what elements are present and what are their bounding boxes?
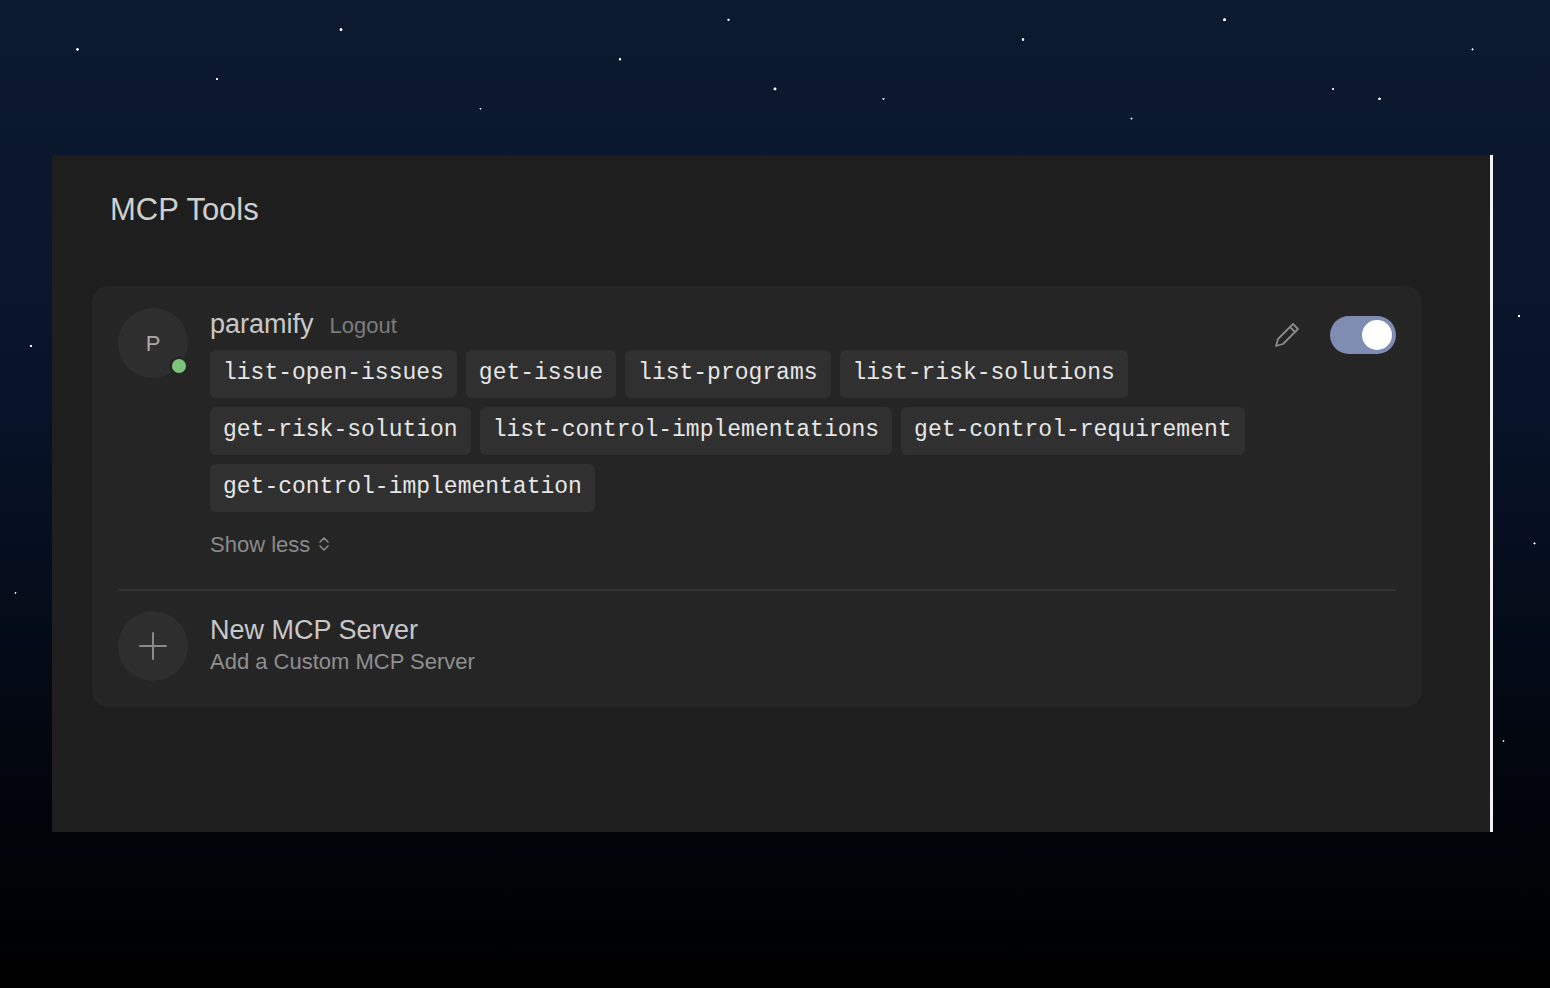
- tool-chip: list-risk-solutions: [840, 350, 1128, 398]
- new-server-row[interactable]: New MCP ServerAdd a Custom MCP Server: [118, 611, 1396, 681]
- tool-chip: get-issue: [466, 350, 616, 398]
- new-server-title: New MCP Server: [210, 614, 475, 648]
- logout-button[interactable]: Logout: [330, 309, 397, 342]
- tool-chip: list-open-issues: [210, 350, 457, 398]
- add-server-button[interactable]: [118, 611, 188, 681]
- edit-button[interactable]: [1270, 318, 1304, 352]
- server-controls: [1270, 308, 1396, 354]
- tool-list: list-open-issuesget-issuelist-programsli…: [210, 350, 1248, 512]
- mcp-tools-panel: MCP Tools Pparamify Logout list-open-issues…: [52, 155, 1493, 832]
- show-less-label: Show less: [210, 528, 310, 561]
- server-row: Pparamify Logout list-open-issuesget-issue…: [118, 308, 1396, 561]
- tool-chip: get-risk-solution: [210, 407, 471, 455]
- tool-chip: list-control-implementations: [480, 407, 892, 455]
- server-avatar: P: [118, 308, 188, 378]
- server-initial: P: [146, 327, 161, 360]
- toggle-knob: [1362, 320, 1392, 350]
- server-content: paramifyLogoutlist-open-issuesget-issuel…: [210, 308, 1248, 561]
- server-header: paramify Logout: [210, 308, 1248, 342]
- new-server-subtitle: Add a Custom MCP Server: [210, 647, 475, 678]
- tool-chip: get-control-implementation: [210, 464, 595, 512]
- plus-icon: [137, 630, 169, 662]
- new-server-text: New MCP ServerAdd a Custom MCP Server: [210, 614, 475, 679]
- status-dot: [169, 356, 189, 376]
- panel-title: MCP Tools: [92, 191, 1422, 228]
- divider: [118, 589, 1396, 591]
- pencil-icon: [1270, 318, 1304, 352]
- chevron-up-down-icon: [318, 535, 330, 553]
- server-name: paramify: [210, 308, 314, 340]
- show-less-button[interactable]: Show less: [210, 528, 330, 561]
- tool-chip: list-programs: [625, 350, 830, 398]
- tool-chip: get-control-requirement: [901, 407, 1244, 455]
- server-list: Pparamify Logout list-open-issuesget-issue…: [92, 286, 1422, 707]
- enable-toggle[interactable]: [1330, 316, 1396, 354]
